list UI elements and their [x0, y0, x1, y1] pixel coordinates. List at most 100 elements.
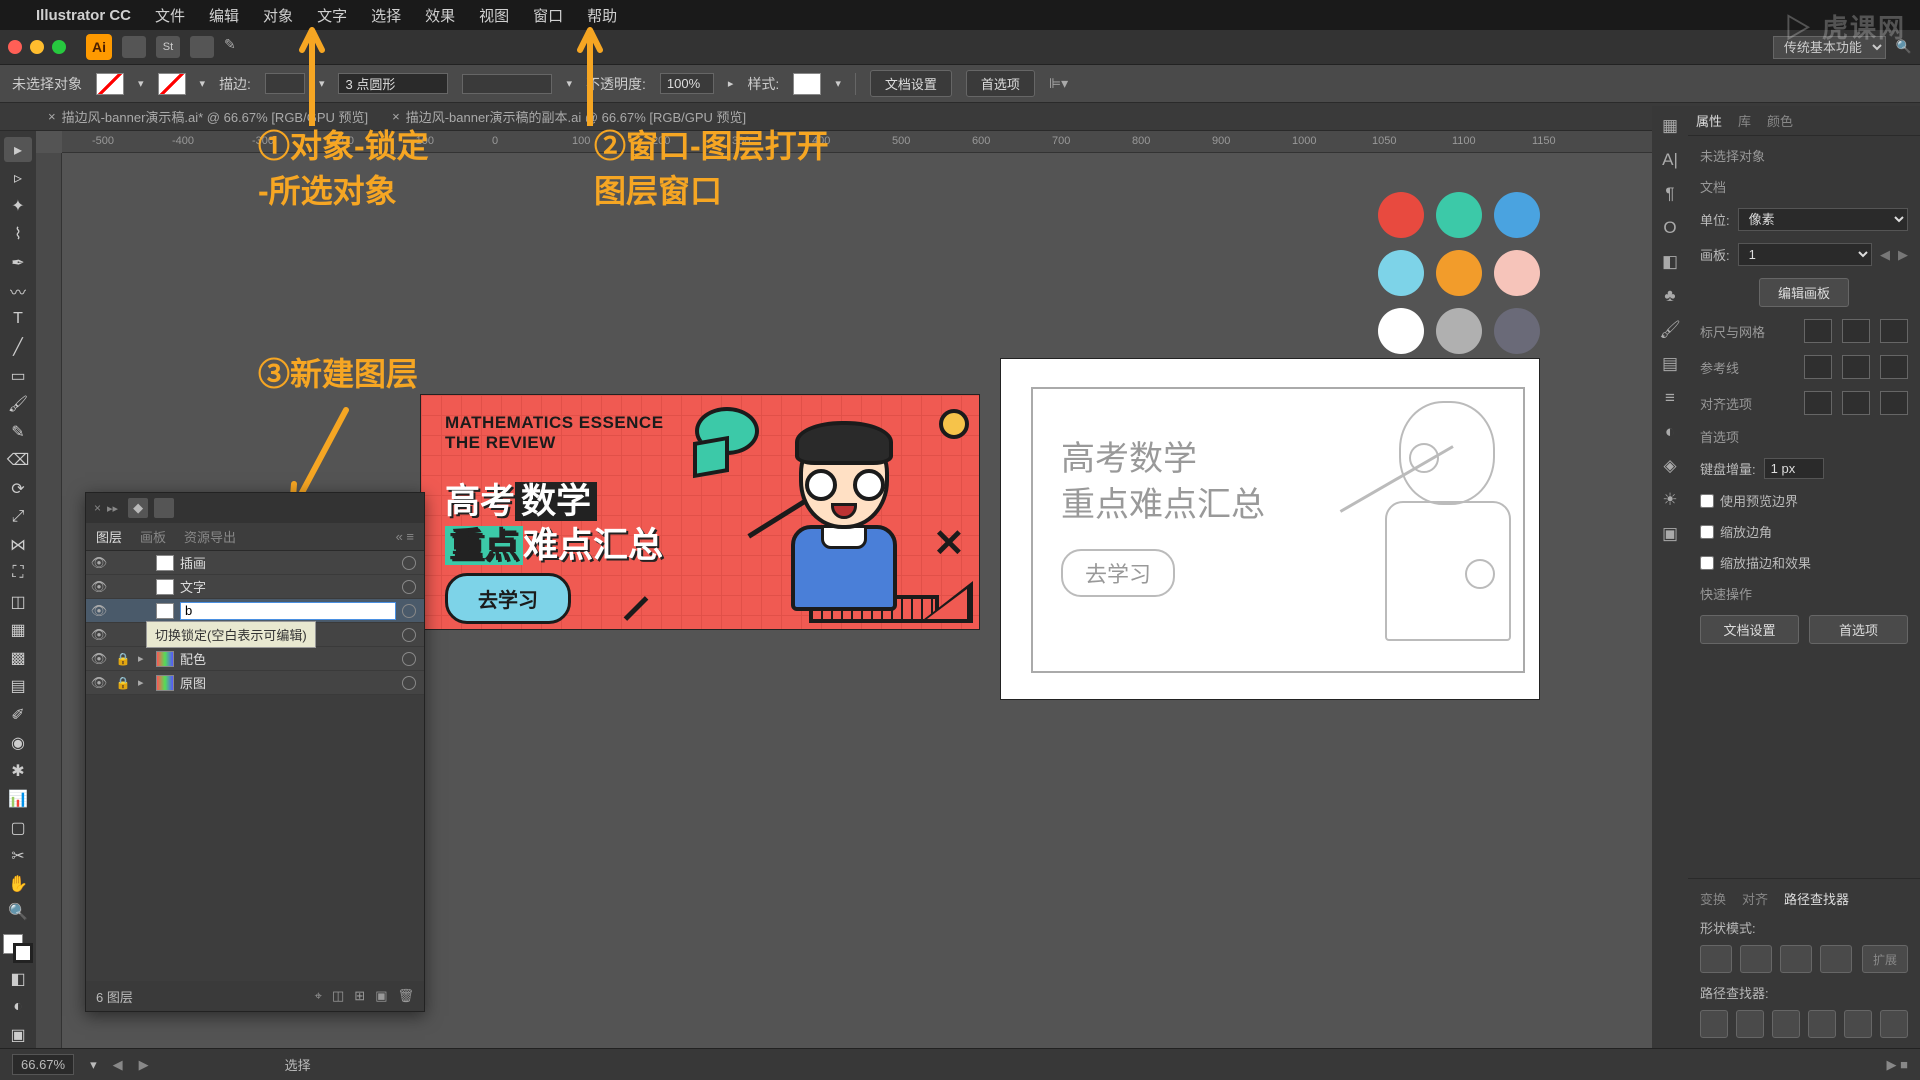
brushes-rail-icon[interactable]: 🖌 [1658, 318, 1682, 342]
selection-tool-icon[interactable]: ▸ [4, 137, 32, 162]
line-tool-icon[interactable]: ╱ [4, 335, 32, 360]
chk-scale-corners[interactable]: 缩放边角 [1700, 522, 1908, 541]
swatches-rail-icon[interactable]: ▤ [1658, 352, 1682, 376]
smart-guide-icon[interactable] [1880, 355, 1908, 379]
align-1-icon[interactable] [1804, 391, 1832, 415]
direct-select-tool-icon[interactable]: ▹ [4, 165, 32, 190]
close-panel-icon[interactable]: × [94, 501, 101, 515]
properties-rail-icon[interactable]: ▦ [1658, 114, 1682, 138]
palette-color[interactable] [1378, 308, 1424, 354]
magic-wand-tool-icon[interactable]: ✦ [4, 194, 32, 219]
maximize-window-icon[interactable] [52, 40, 66, 54]
doc-setup-button[interactable]: 文档设置 [870, 70, 952, 97]
collapse-icon[interactable]: ▸▸ [107, 502, 118, 515]
ruler-vertical[interactable] [36, 153, 62, 1048]
layer-row-editing[interactable]: 👁 [86, 599, 424, 623]
playback-icon[interactable]: ▶ ■ [1887, 1057, 1908, 1073]
tab-libraries[interactable]: 库 [1738, 111, 1751, 130]
prefs-button[interactable]: 首选项 [966, 70, 1035, 97]
mesh-tool-icon[interactable]: ▩ [4, 646, 32, 671]
target-icon[interactable] [402, 604, 416, 618]
artboard-sketch[interactable]: 高考数学 重点难点汇总 去学习 [1000, 358, 1540, 700]
free-transform-tool-icon[interactable]: ⛶ [4, 561, 32, 586]
menu-view[interactable]: 视图 [479, 5, 509, 26]
quick-doc-setup-button[interactable]: 文档设置 [1700, 615, 1799, 644]
palette-color[interactable] [1494, 192, 1540, 238]
new-doc-icon[interactable] [122, 36, 146, 58]
delete-layer-icon[interactable]: 🗑 [397, 988, 414, 1004]
nav-next-icon[interactable]: ▶ [139, 1057, 149, 1073]
next-artboard-icon[interactable]: ▶ [1898, 247, 1908, 263]
intersect-icon[interactable] [1780, 945, 1812, 973]
snap-toggle-icon[interactable] [1880, 319, 1908, 343]
screen-mode-icon[interactable]: ▣ [4, 1023, 32, 1048]
ruler-toggle-icon[interactable] [1804, 319, 1832, 343]
tab-layers[interactable]: 图层 [96, 527, 122, 546]
visibility-icon[interactable]: 👁 [90, 603, 108, 619]
trim-icon[interactable] [1736, 1010, 1764, 1038]
para-rail-icon[interactable]: ¶ [1658, 182, 1682, 206]
color-mode-icon[interactable]: ◧ [4, 966, 32, 991]
tab-align[interactable]: 对齐 [1742, 889, 1768, 908]
stroke-rail-icon[interactable]: ≡ [1658, 386, 1682, 410]
guide-lock-icon[interactable] [1842, 355, 1870, 379]
divide-icon[interactable] [1700, 1010, 1728, 1038]
appearance-rail-icon[interactable]: ◧ [1658, 250, 1682, 274]
artboard-finished-banner[interactable]: MATHEMATICS ESSENCE THE REVIEW 高考数学 重点难点… [420, 394, 980, 630]
palette-color[interactable] [1378, 250, 1424, 296]
visibility-icon[interactable]: 👁 [90, 555, 108, 571]
eraser-tool-icon[interactable]: ⌫ [4, 448, 32, 473]
align-3-icon[interactable] [1880, 391, 1908, 415]
tab-pathfinder[interactable]: 路径查找器 [1784, 889, 1849, 908]
locate-layer-icon[interactable]: ⌖ [315, 988, 322, 1004]
width-tool-icon[interactable]: ⋈ [4, 533, 32, 558]
target-icon[interactable] [402, 676, 416, 690]
outline-icon[interactable] [1844, 1010, 1872, 1038]
new-sublayer-icon[interactable]: ⊞ [354, 988, 365, 1004]
palette-color[interactable] [1436, 308, 1482, 354]
close-window-icon[interactable] [8, 40, 22, 54]
stroke-profile-input[interactable] [338, 73, 448, 94]
expand-icon[interactable]: ▸ [138, 676, 150, 689]
tab-properties[interactable]: 属性 [1696, 111, 1722, 130]
slice-tool-icon[interactable]: ✂ [4, 843, 32, 868]
column-graph-tool-icon[interactable]: 📊 [4, 787, 32, 812]
shaper-tool-icon[interactable]: ✎ [4, 420, 32, 445]
expand-button[interactable]: 扩展 [1862, 945, 1908, 973]
minimize-window-icon[interactable] [30, 40, 44, 54]
symbol-spray-tool-icon[interactable]: ✱ [4, 759, 32, 784]
make-clipping-icon[interactable]: ◫ [332, 988, 344, 1004]
menu-object[interactable]: 对象 [263, 5, 293, 26]
guide-toggle-icon[interactable] [1804, 355, 1832, 379]
merge-icon[interactable] [1772, 1010, 1800, 1038]
unite-icon[interactable] [1700, 945, 1732, 973]
align-icon[interactable]: ⊫▾ [1049, 75, 1068, 92]
layer-row[interactable]: 👁🔒▸ 配色 [86, 647, 424, 671]
zoom-level[interactable]: 66.67% [12, 1054, 74, 1075]
visibility-icon[interactable]: 👁 [90, 651, 108, 667]
grid-toggle-icon[interactable] [1842, 319, 1870, 343]
chk-scale-strokes[interactable]: 缩放描边和效果 [1700, 553, 1908, 572]
lock-icon[interactable]: 🔒 [114, 676, 132, 690]
menu-window[interactable]: 窗口 [533, 5, 563, 26]
target-icon[interactable] [402, 628, 416, 642]
palette-color[interactable] [1436, 250, 1482, 296]
menu-help[interactable]: 帮助 [587, 5, 617, 26]
layer-name-input[interactable] [180, 602, 396, 620]
artboards-thumb-icon[interactable] [154, 498, 174, 518]
minus-back-icon[interactable] [1880, 1010, 1908, 1038]
align-2-icon[interactable] [1842, 391, 1870, 415]
feather-icon[interactable]: ✎ [224, 36, 248, 58]
layer-row[interactable]: 👁 文字 [86, 575, 424, 599]
st-icon[interactable]: St [156, 36, 180, 58]
transparency-rail-icon[interactable]: ◈ [1658, 454, 1682, 478]
crop-icon[interactable] [1808, 1010, 1836, 1038]
prev-artboard-icon[interactable]: ◀ [1880, 247, 1890, 263]
edit-artboard-button[interactable]: 编辑画板 [1759, 278, 1849, 307]
stroke-swatch[interactable] [158, 73, 186, 95]
new-layer-icon[interactable]: ▣ [375, 988, 387, 1004]
menu-edit[interactable]: 编辑 [209, 5, 239, 26]
close-icon[interactable]: × [392, 109, 400, 124]
lock-icon[interactable]: 🔒 [114, 652, 132, 666]
char-rail-icon[interactable]: A| [1658, 148, 1682, 172]
